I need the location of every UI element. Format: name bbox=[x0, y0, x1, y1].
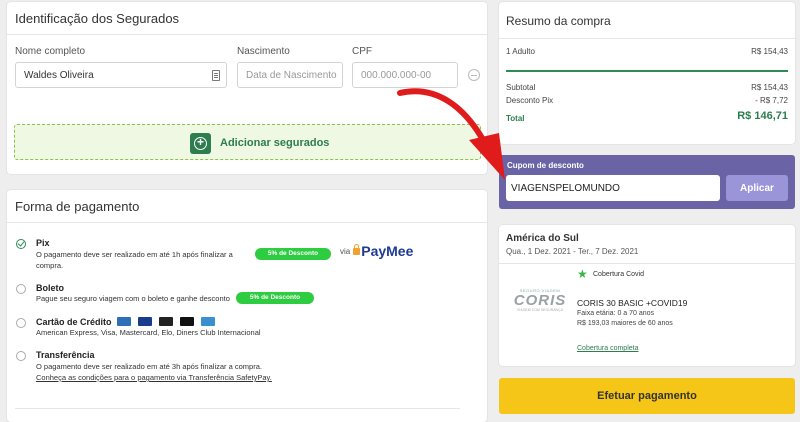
add-circle-icon bbox=[190, 132, 211, 154]
coupon-input[interactable] bbox=[506, 175, 720, 201]
id-card-icon bbox=[212, 70, 220, 81]
boleto-discount-badge: 5% de Desconto bbox=[236, 292, 314, 304]
transfer-desc: O pagamento deve ser realizado em até 3h… bbox=[36, 362, 262, 371]
add-insured-area[interactable]: Adicionar segurados bbox=[14, 124, 481, 160]
birth-date-field[interactable]: Data de Nascimento bbox=[237, 62, 343, 88]
transfer-radio[interactable] bbox=[16, 351, 26, 361]
add-insured-button[interactable]: Adicionar segurados bbox=[190, 132, 329, 154]
credit-card-desc: American Express, Visa, Mastercard, Elo,… bbox=[36, 328, 261, 337]
name-label: Nome completo bbox=[15, 46, 86, 57]
divider bbox=[15, 408, 460, 409]
total-value: R$ 146,71 bbox=[737, 110, 788, 122]
total-label: Total bbox=[506, 114, 525, 123]
paymee-name: PayMee bbox=[361, 243, 414, 259]
trip-dates: Qua., 1 Dez. 2021 - Ter., 7 Dez. 2021 bbox=[506, 247, 639, 256]
pix-desc-2: compra. bbox=[36, 261, 64, 270]
coupon-box: Cupom de desconto Aplicar bbox=[499, 155, 795, 209]
coupon-title: Cupom de desconto bbox=[507, 161, 584, 170]
divider bbox=[499, 38, 795, 39]
remove-insured-icon[interactable] bbox=[468, 69, 480, 81]
pix-discount-badge: 5% de Desconto bbox=[255, 248, 331, 260]
boleto-desc: Pague seu seguro viagem com o boleto e g… bbox=[36, 294, 230, 303]
add-insured-label: Adicionar segurados bbox=[220, 137, 330, 149]
name-field[interactable]: Waldes Oliveira bbox=[15, 62, 227, 88]
pix-radio[interactable] bbox=[16, 239, 26, 249]
birth-label: Nascimento bbox=[237, 46, 290, 57]
paymee-via: via bbox=[340, 246, 351, 256]
coris-logo-name: CORIS bbox=[513, 292, 567, 309]
summary-separator bbox=[506, 70, 788, 72]
item-value: R$ 154,43 bbox=[751, 47, 788, 56]
discount-label: Desconto Pix bbox=[506, 96, 554, 105]
pix-desc: O pagamento deve ser realizado em até 1h… bbox=[36, 250, 233, 259]
transfer-title: Transferência bbox=[36, 350, 95, 360]
elo-icon bbox=[180, 317, 194, 326]
subtotal-label: Subtotal bbox=[506, 83, 536, 92]
birth-placeholder: Data de Nascimento bbox=[246, 70, 337, 81]
cpf-placeholder: 000.000.000-00 bbox=[361, 70, 432, 81]
star-icon: ★ bbox=[577, 267, 588, 281]
safetypay-link[interactable]: Conheça as condições para o pagamento vi… bbox=[36, 373, 272, 383]
summary-card: Resumo da compra 1 Adulto R$ 154,43 Subt… bbox=[499, 2, 795, 144]
divider bbox=[7, 222, 487, 223]
discount-value: - R$ 7,72 bbox=[755, 96, 788, 105]
cpf-field[interactable]: 000.000.000-00 bbox=[352, 62, 458, 88]
insured-title: Identificação dos Segurados bbox=[15, 11, 180, 26]
plan-age-range: Faixa etária: 0 a 70 anos bbox=[577, 310, 655, 317]
boleto-radio[interactable] bbox=[16, 284, 26, 294]
credit-card-radio[interactable] bbox=[16, 318, 26, 328]
apply-coupon-button[interactable]: Aplicar bbox=[726, 175, 788, 201]
covid-coverage-label: Cobertura Covid bbox=[593, 271, 644, 278]
diners-icon bbox=[201, 317, 215, 326]
trip-destination: América do Sul bbox=[506, 233, 579, 244]
coris-logo-sub: VIAGEM COM SEGURANÇA bbox=[517, 308, 563, 312]
plan-name: CORIS 30 BASIC +COVID19 bbox=[577, 298, 688, 308]
boleto-title: Boleto bbox=[36, 283, 64, 293]
mastercard-icon bbox=[159, 317, 173, 326]
coris-logo: SEGURO VIAGEM CORIS VIAGEM COM SEGURANÇA bbox=[508, 288, 572, 316]
summary-title: Resumo da compra bbox=[506, 14, 611, 28]
payment-title: Forma de pagamento bbox=[15, 199, 140, 214]
subtotal-value: R$ 154,43 bbox=[751, 83, 788, 92]
insured-card: Identificação dos Segurados Nome complet… bbox=[7, 2, 487, 174]
trip-card: América do Sul Qua., 1 Dez. 2021 - Ter.,… bbox=[499, 225, 795, 366]
lock-icon bbox=[353, 243, 361, 255]
visa-icon bbox=[138, 317, 152, 326]
full-coverage-link[interactable]: Cobertura completa bbox=[577, 345, 638, 352]
pix-title: Pix bbox=[36, 238, 50, 248]
paymee-logo: via PayMee bbox=[340, 243, 413, 259]
plan-senior-price: R$ 193,03 maiores de 60 anos bbox=[577, 320, 673, 327]
name-value: Waldes Oliveira bbox=[24, 70, 94, 81]
credit-card-title: Cartão de Crédito bbox=[36, 317, 112, 327]
cpf-label: CPF bbox=[352, 46, 372, 57]
divider bbox=[499, 263, 795, 264]
item-label: 1 Adulto bbox=[506, 47, 535, 56]
pay-button[interactable]: Efetuar pagamento bbox=[499, 378, 795, 414]
amex-icon bbox=[117, 317, 131, 326]
divider bbox=[7, 34, 487, 35]
payment-card: Forma de pagamento Pix O pagamento deve … bbox=[7, 190, 487, 422]
